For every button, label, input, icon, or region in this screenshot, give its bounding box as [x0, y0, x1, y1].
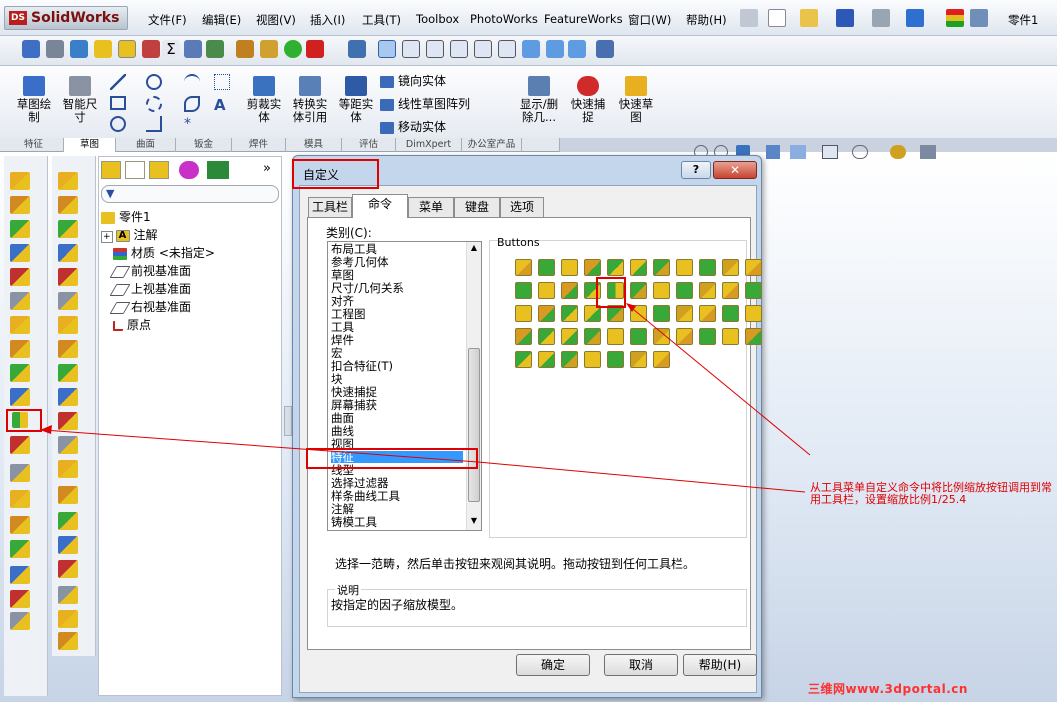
arrow-to-feature-category	[477, 461, 806, 493]
annotation-text: 从工具菜单自定义命令中将比例缩放按钮调用到常用工具栏，设置缩放比例1/25.4	[810, 481, 1052, 506]
arrowhead-icon	[40, 425, 52, 434]
arrow-to-left-toolbar	[43, 429, 479, 463]
tab-commands[interactable]: 命令	[352, 194, 408, 218]
watermark: 三维网www.3dportal.cn	[808, 682, 968, 696]
arrow-to-scale-command	[627, 304, 811, 456]
annotation-arrows	[40, 303, 811, 493]
